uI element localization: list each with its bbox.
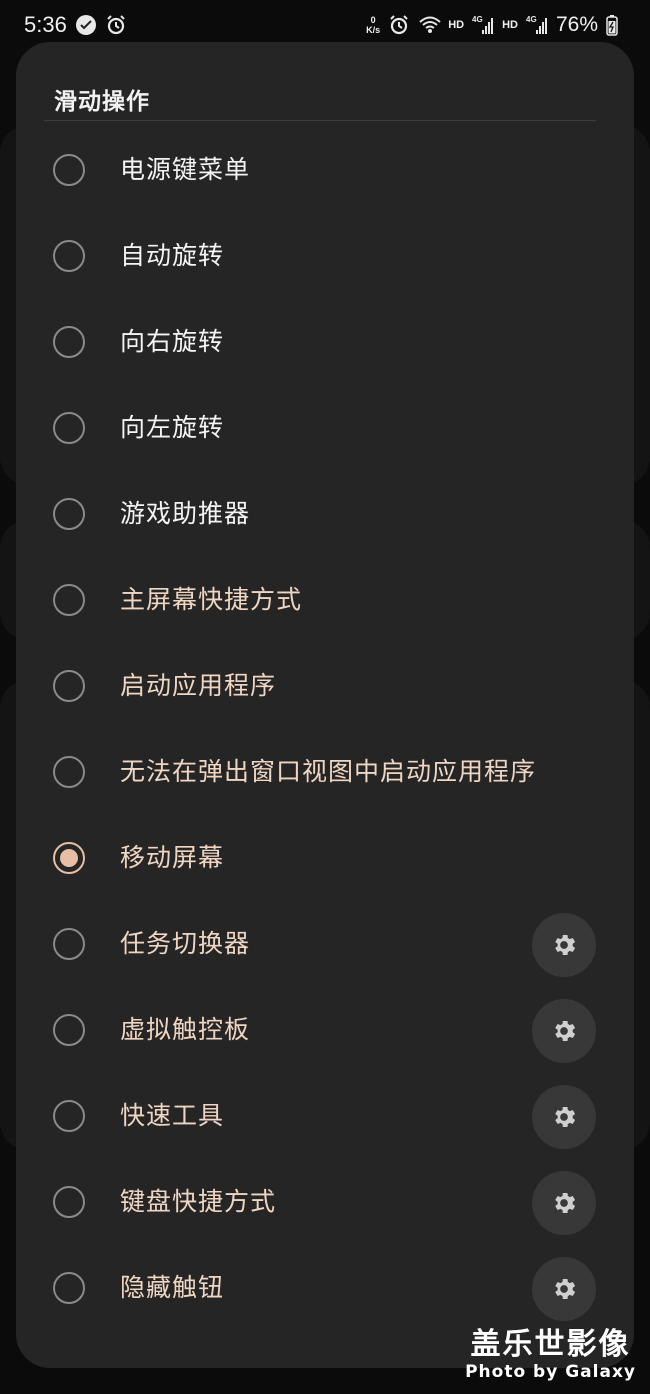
signal-icon: 4G xyxy=(472,14,494,36)
option-label: 电源键菜单 xyxy=(120,155,251,184)
option-power-key-menu[interactable]: 电源键菜单 xyxy=(16,127,634,213)
radio-button[interactable] xyxy=(53,756,85,788)
galaxy-watermark: 盖乐世影像 Photo by Galaxy xyxy=(465,1327,636,1383)
radio-button[interactable] xyxy=(53,498,85,530)
radio-button[interactable] xyxy=(53,412,85,444)
option-label: 移动屏幕 xyxy=(120,843,225,872)
option-rotate-right[interactable]: 向右旋转 xyxy=(16,299,634,385)
option-label: 向左旋转 xyxy=(120,413,225,442)
radio-button-selected[interactable] xyxy=(53,842,85,874)
option-label: 隐藏触钮 xyxy=(120,1273,225,1302)
radio-button[interactable] xyxy=(53,1100,85,1132)
swipe-action-dialog: 滑动操作 电源键菜单 自动旋转 向右旋转 向左旋转 游戏助推器 主屏幕快捷方式 xyxy=(16,42,634,1368)
dialog-title: 滑动操作 xyxy=(54,89,150,115)
check-notification-icon xyxy=(75,14,97,36)
gear-icon xyxy=(555,1192,576,1214)
battery-percent: 76% xyxy=(555,13,598,36)
settings-button[interactable] xyxy=(532,1085,596,1149)
option-keyboard-shortcut[interactable]: 键盘快捷方式 xyxy=(16,1159,634,1245)
radio-button[interactable] xyxy=(53,240,85,272)
hd-voice-indicator: HD xyxy=(448,19,465,31)
option-label: 无法在弹出窗口视图中启动应用程序 xyxy=(120,757,537,786)
option-game-booster[interactable]: 游戏助推器 xyxy=(16,471,634,557)
option-virtual-touchpad[interactable]: 虚拟触控板 xyxy=(16,987,634,1073)
radio-button[interactable] xyxy=(53,326,85,358)
clock: 5:36 xyxy=(24,12,67,37)
option-popup-unavailable[interactable]: 无法在弹出窗口视图中启动应用程序 xyxy=(16,729,634,815)
divider xyxy=(44,120,596,121)
network-speed: 0 K/s xyxy=(366,15,381,35)
watermark-line1: 盖乐世影像 xyxy=(470,1327,631,1362)
option-label: 向右旋转 xyxy=(120,327,225,356)
option-label: 自动旋转 xyxy=(120,241,225,270)
option-label: 任务切换器 xyxy=(120,929,251,958)
battery-charging-icon xyxy=(606,14,628,36)
option-rotate-left[interactable]: 向左旋转 xyxy=(16,385,634,471)
alarm-icon xyxy=(105,14,127,36)
radio-button[interactable] xyxy=(53,1272,85,1304)
option-label: 快速工具 xyxy=(120,1101,225,1130)
wifi-icon xyxy=(418,14,441,36)
option-label: 虚拟触控板 xyxy=(120,1015,251,1044)
gear-icon xyxy=(555,1278,576,1300)
option-label: 键盘快捷方式 xyxy=(120,1187,277,1216)
radio-button[interactable] xyxy=(53,1186,85,1218)
svg-text:4G: 4G xyxy=(526,15,537,24)
option-move-screen[interactable]: 移动屏幕 xyxy=(16,815,634,901)
options-list: 电源键菜单 自动旋转 向右旋转 向左旋转 游戏助推器 主屏幕快捷方式 启动应用程… xyxy=(16,127,634,1331)
settings-button[interactable] xyxy=(532,1257,596,1321)
radio-button[interactable] xyxy=(53,670,85,702)
option-label: 主屏幕快捷方式 xyxy=(120,585,303,614)
radio-button[interactable] xyxy=(53,1014,85,1046)
radio-button[interactable] xyxy=(53,584,85,616)
option-auto-rotate[interactable]: 自动旋转 xyxy=(16,213,634,299)
option-home-shortcut[interactable]: 主屏幕快捷方式 xyxy=(16,557,634,643)
settings-button[interactable] xyxy=(532,913,596,977)
gear-icon xyxy=(555,1020,576,1042)
svg-text:4G: 4G xyxy=(472,15,483,24)
gear-icon xyxy=(555,1106,576,1128)
hd-voice-indicator: HD xyxy=(502,19,518,31)
radio-button[interactable] xyxy=(53,154,85,186)
radio-button[interactable] xyxy=(53,928,85,960)
signal-icon: 4G xyxy=(526,14,548,36)
alarm-icon xyxy=(388,14,410,36)
option-task-switcher[interactable]: 任务切换器 xyxy=(16,901,634,987)
option-launch-app[interactable]: 启动应用程序 xyxy=(16,643,634,729)
watermark-line2: Photo by Galaxy xyxy=(465,1362,636,1382)
option-hide-handle[interactable]: 隐藏触钮 xyxy=(16,1245,634,1331)
settings-button[interactable] xyxy=(532,999,596,1063)
settings-button[interactable] xyxy=(532,1171,596,1235)
option-quick-tools[interactable]: 快速工具 xyxy=(16,1073,634,1159)
option-label: 游戏助推器 xyxy=(120,499,251,528)
option-label: 启动应用程序 xyxy=(120,671,277,700)
gear-icon xyxy=(555,934,576,956)
